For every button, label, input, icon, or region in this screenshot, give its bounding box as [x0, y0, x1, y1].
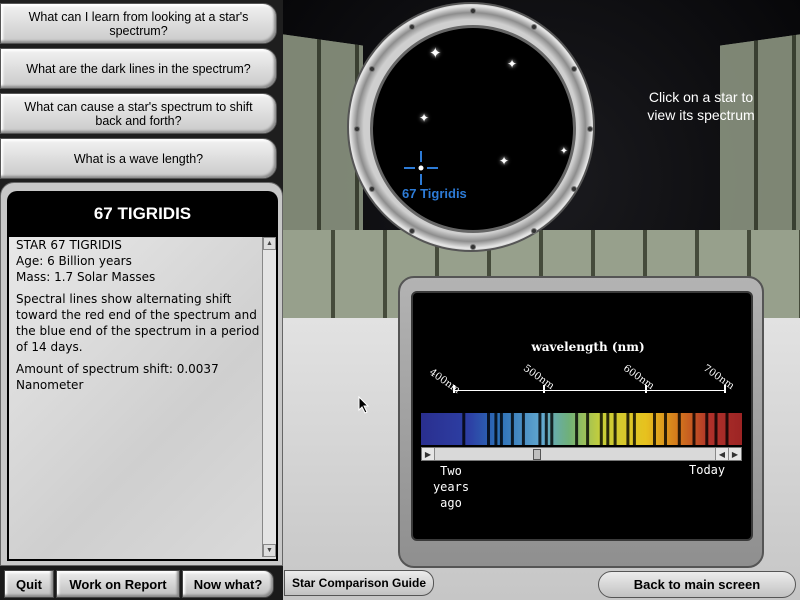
bolt-icon — [369, 66, 375, 72]
bolt-icon — [470, 8, 476, 14]
star-info-body: STAR 67 TIGRIDIS Age: 6 Billion years Ma… — [7, 237, 278, 561]
absorption-line — [692, 413, 696, 445]
scroll-down-icon[interactable]: ▼ — [263, 544, 276, 557]
absorption-line — [714, 413, 718, 445]
bolt-icon — [531, 228, 537, 234]
question-button-spectrum-shift[interactable]: What can cause a star's spectrum to shif… — [0, 93, 277, 134]
telescope-porthole: ✦ ✦ ✦ ✦ ✦ — [347, 2, 595, 252]
bottom-button-bar: Quit Work on Report Now what? — [0, 566, 283, 600]
tick-label-500: 500nm — [521, 362, 556, 393]
back-to-main-button[interactable]: Back to main screen — [598, 571, 796, 598]
question-button-wave-length[interactable]: What is a wave length? — [0, 138, 277, 179]
absorption-line — [550, 413, 554, 445]
tick-label-700: 700nm — [701, 362, 736, 393]
bolt-icon — [409, 24, 415, 30]
absorption-line — [664, 413, 667, 445]
spectrum-band — [421, 413, 742, 445]
now-what-button[interactable]: Now what? — [182, 570, 274, 598]
slider-left-arrow-icon[interactable]: ▶ — [422, 448, 435, 460]
star-mass-line: Mass: 1.7 Solar Masses — [16, 270, 156, 284]
star-info-text: STAR 67 TIGRIDIS Age: 6 Billion years Ma… — [16, 237, 264, 555]
star-info-title: 67 TIGRIDIS — [7, 191, 278, 237]
spectrum-monitor: wavelength (nm) 400nm 500nm 600nm 700nm — [398, 276, 764, 568]
quit-button[interactable]: Quit — [4, 570, 54, 598]
star-icon[interactable]: ✦ — [506, 58, 518, 70]
star-icon[interactable]: ✦ — [429, 46, 442, 61]
instruction-text: Click on a star to view its spectrum — [647, 89, 755, 123]
slider-back-icon[interactable]: ◀ — [715, 448, 728, 460]
mouse-cursor-icon — [358, 396, 370, 414]
bolt-icon — [571, 66, 577, 72]
absorption-line — [599, 413, 603, 445]
axis-tick — [645, 385, 647, 393]
spectrum-shift-amount: Amount of spectrum shift: 0.0037 Nanomet… — [16, 362, 219, 392]
bolt-icon — [587, 126, 593, 132]
wavelength-axis-label: wavelength (nm) — [531, 340, 645, 354]
absorption-line — [586, 413, 590, 445]
absorption-line — [725, 413, 729, 445]
absorption-line — [487, 413, 490, 445]
star-field: ✦ ✦ ✦ ✦ ✦ — [370, 25, 576, 233]
star-info-panel: 67 TIGRIDIS STAR 67 TIGRIDIS Age: 6 Bill… — [0, 182, 283, 566]
bolt-icon — [354, 126, 360, 132]
bolt-icon — [409, 228, 415, 234]
absorption-line — [575, 413, 579, 445]
absorption-line — [510, 413, 514, 445]
wavelength-axis — [453, 390, 725, 391]
absorption-line — [499, 413, 503, 445]
work-on-report-button[interactable]: Work on Report — [56, 570, 180, 598]
spectrum-screen: wavelength (nm) 400nm 500nm 600nm 700nm — [411, 291, 753, 541]
star-age-line: Age: 6 Billion years — [16, 254, 132, 268]
selected-star-label: 67 Tigridis — [402, 186, 467, 201]
absorption-line — [606, 413, 610, 445]
absorption-line — [626, 413, 630, 445]
axis-tick — [543, 385, 545, 393]
star-icon[interactable]: ✦ — [418, 112, 430, 124]
left-panel: What can I learn from looking at a star'… — [0, 0, 283, 600]
star-icon[interactable]: ✦ — [498, 155, 510, 167]
bolt-icon — [531, 24, 537, 30]
absorption-line — [632, 413, 636, 445]
tick-label-400: 400nm — [427, 366, 462, 397]
axis-tick — [453, 385, 455, 393]
question-button-dark-lines[interactable]: What are the dark lines in the spectrum? — [0, 48, 277, 89]
tick-label-600: 600nm — [621, 362, 656, 393]
absorption-line — [705, 413, 709, 445]
info-scrollbar[interactable]: ▲ ▼ — [262, 237, 276, 557]
bolt-icon — [369, 186, 375, 192]
absorption-line — [653, 413, 656, 445]
bolt-icon — [470, 244, 476, 250]
absorption-line — [544, 413, 548, 445]
axis-tick — [724, 385, 726, 393]
bolt-icon — [571, 186, 577, 192]
spectral-lines-description: Spectral lines show alternating shift to… — [16, 292, 260, 354]
star-icon[interactable]: ✦ — [558, 146, 570, 158]
absorption-line — [521, 413, 525, 445]
absorption-line — [677, 413, 681, 445]
star-comparison-guide-button[interactable]: Star Comparison Guide — [284, 570, 434, 596]
selected-star-crosshair[interactable] — [401, 148, 441, 188]
absorption-line — [494, 413, 498, 445]
time-slider-thumb[interactable] — [532, 449, 541, 460]
absorption-line — [462, 413, 466, 445]
slider-forward-icon[interactable]: ▶ — [728, 448, 741, 460]
slider-left-label: Two years ago — [432, 464, 470, 510]
time-slider[interactable]: ▶ ◀ ▶ — [421, 447, 742, 461]
slider-right-label: Today — [689, 463, 726, 477]
absorption-line — [613, 413, 617, 445]
question-button-learn-from-spectrum[interactable]: What can I learn from looking at a star'… — [0, 3, 277, 44]
absorption-line — [538, 413, 542, 445]
star-name-line: STAR 67 TIGRIDIS — [16, 238, 122, 252]
scroll-up-icon[interactable]: ▲ — [263, 237, 276, 250]
